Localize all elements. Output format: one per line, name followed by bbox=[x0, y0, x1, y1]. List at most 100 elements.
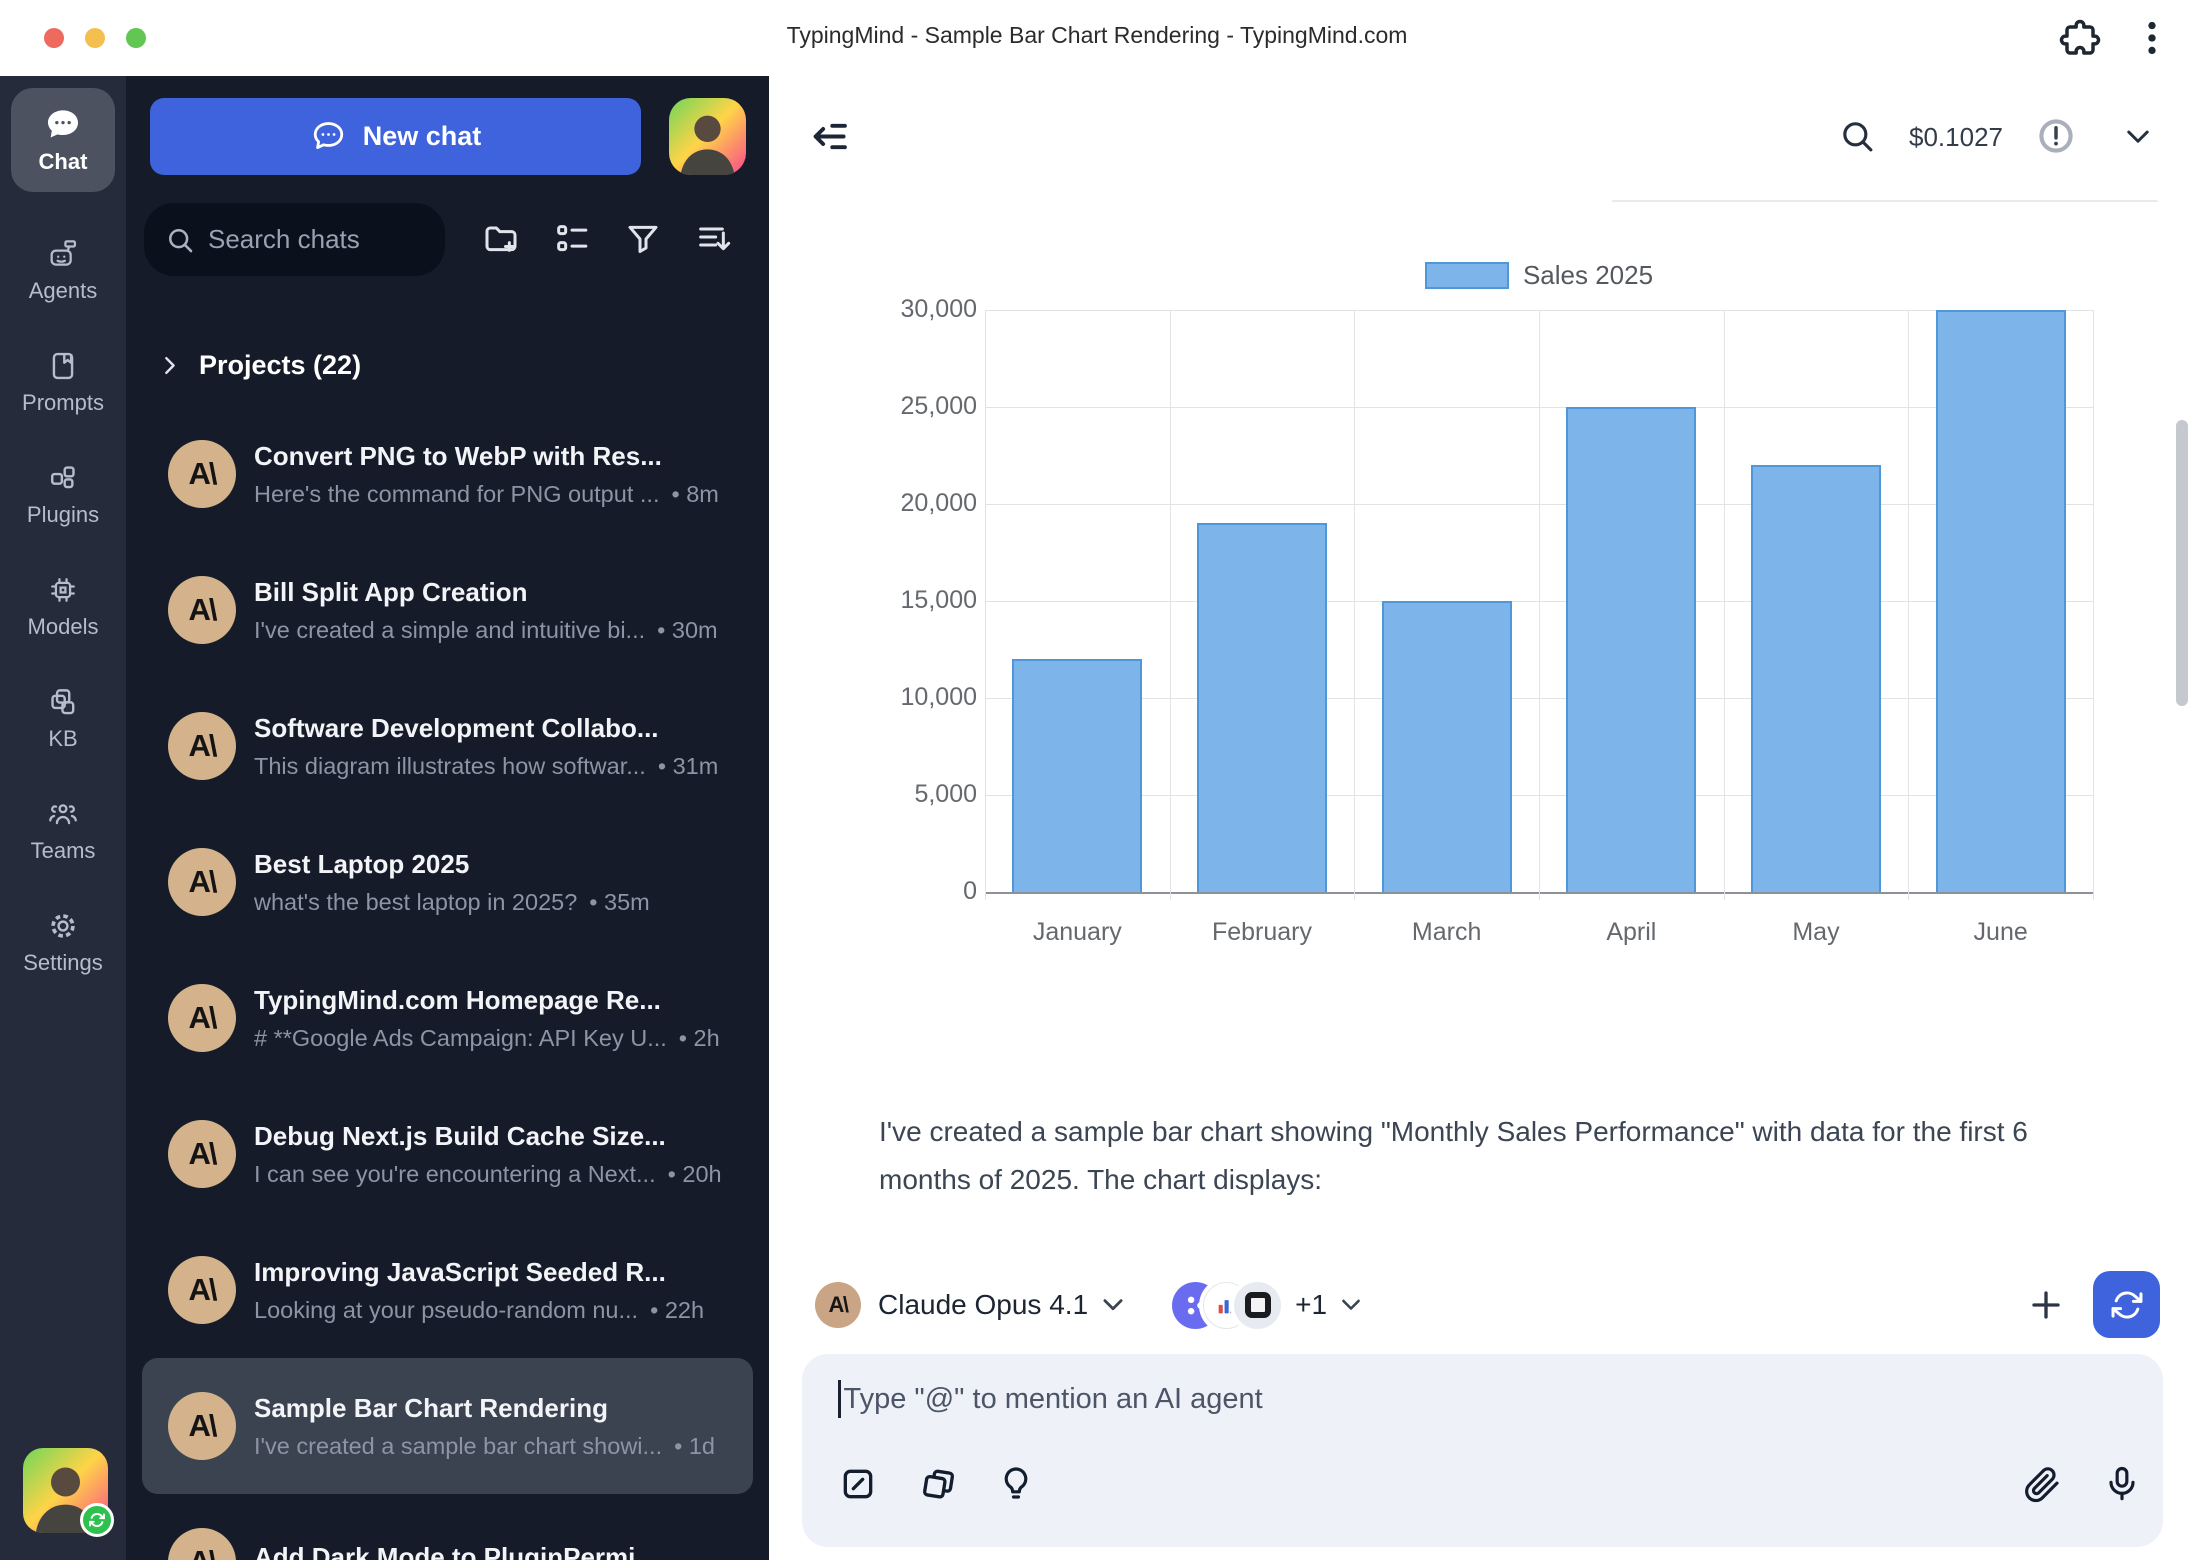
warning-icon[interactable] bbox=[2037, 117, 2075, 155]
bar-april bbox=[1566, 407, 1696, 892]
y-tick-label: 30,000 bbox=[837, 295, 977, 324]
browser-menu-icon[interactable] bbox=[2130, 16, 2174, 60]
new-chat-button[interactable]: New chat bbox=[150, 98, 641, 175]
chat-list-item[interactable]: A\Bill Split App CreationI've created a … bbox=[142, 542, 753, 678]
nav-item-models[interactable]: Models bbox=[28, 572, 99, 640]
search-icon bbox=[164, 224, 196, 256]
chat-item-subtitle: # **Google Ads Campaign: API Key U...• 2… bbox=[254, 1025, 739, 1052]
chat-list-item[interactable]: A\Software Development Collabo...This di… bbox=[142, 678, 753, 814]
anthropic-avatar: A\ bbox=[168, 1256, 236, 1324]
composer-input[interactable]: Type "@" to mention an AI agent bbox=[838, 1376, 1263, 1422]
window-title: TypingMind - Sample Bar Chart Rendering … bbox=[300, 22, 1894, 49]
chat-list-item[interactable]: A\ Improving JavaScript Seeded R...Lookin… bbox=[142, 1222, 753, 1358]
chat-item-time: • 35m bbox=[589, 889, 649, 915]
chat-search-icon[interactable] bbox=[1837, 116, 1877, 156]
people-icon bbox=[46, 797, 80, 831]
profile-avatar[interactable] bbox=[669, 98, 746, 175]
model-name[interactable]: Claude Opus 4.1 bbox=[878, 1289, 1088, 1321]
chat-item-title: Convert PNG to WebP with Res... bbox=[254, 441, 739, 472]
model-chevron-icon[interactable] bbox=[1098, 1290, 1128, 1320]
chat-item-time: • 22h bbox=[650, 1297, 704, 1323]
attachment-icon[interactable] bbox=[2022, 1464, 2062, 1504]
chat-bubble-icon bbox=[310, 118, 347, 155]
composer-placeholder: Type "@" to mention an AI agent bbox=[844, 1383, 1263, 1416]
nav-item-kb[interactable]: KB bbox=[46, 684, 80, 752]
gridline bbox=[1724, 310, 1725, 900]
chat-item-meta: Software Development Collabo...This diag… bbox=[254, 713, 753, 780]
usage-cost[interactable]: $0.1027 bbox=[1909, 122, 2003, 153]
chat-item-meta: Bill Split App CreationI've created a si… bbox=[254, 577, 753, 644]
nav-item-label: Teams bbox=[31, 838, 96, 864]
x-tick-label: January bbox=[985, 918, 1170, 947]
x-tick-label: June bbox=[1908, 918, 2093, 947]
nav-rail: Chat Agents Prompts Plugins Models KB Teams Set… bbox=[0, 76, 126, 1560]
nav-item-label: Plugins bbox=[27, 502, 99, 528]
nav-item-label: KB bbox=[48, 726, 77, 752]
bubble-filled-icon bbox=[43, 105, 83, 145]
legend-label: Sales 2025 bbox=[1523, 260, 1653, 291]
canvas-icon[interactable] bbox=[838, 1464, 878, 1504]
nav-item-chat[interactable]: Chat bbox=[11, 88, 115, 192]
filter-icon[interactable] bbox=[623, 219, 663, 259]
chat-item-subtitle: what's the best laptop in 2025?• 35m bbox=[254, 889, 739, 916]
chat-list-item[interactable]: A\Best Laptop 2025what's the best laptop… bbox=[142, 814, 753, 950]
chat-item-title: Software Development Collabo... bbox=[254, 713, 739, 744]
minimize-button[interactable] bbox=[85, 28, 105, 48]
nav-item-settings[interactable]: Settings bbox=[23, 908, 103, 976]
scrollbar-thumb[interactable] bbox=[2176, 420, 2188, 706]
plugins-more: +1 bbox=[1295, 1289, 1327, 1321]
bar-may bbox=[1751, 465, 1881, 892]
nav-item-teams[interactable]: Teams bbox=[31, 796, 96, 864]
robot-icon bbox=[46, 237, 80, 271]
microphone-icon[interactable] bbox=[2102, 1464, 2142, 1504]
chat-list-item[interactable]: A\Debug Next.js Build Cache Size...I can… bbox=[142, 1086, 753, 1222]
gridline bbox=[1908, 310, 1909, 900]
search-input[interactable] bbox=[208, 224, 428, 255]
fullscreen-button[interactable] bbox=[126, 28, 146, 48]
chat-list-item[interactable]: A\TypingMind.com Homepage Re...# **Googl… bbox=[142, 950, 753, 1086]
chat-list-item[interactable]: A\Add Dark Mode to PluginPermi... bbox=[142, 1494, 753, 1560]
gridline bbox=[1170, 310, 1171, 900]
main-area: $0.1027 Sales 2025 05,00010,00015,00020,… bbox=[769, 76, 2194, 1560]
chat-item-title: Best Laptop 2025 bbox=[254, 849, 739, 880]
plus-icon[interactable] bbox=[2026, 1285, 2066, 1325]
legend-swatch bbox=[1425, 262, 1509, 289]
chart-legend: Sales 2025 bbox=[985, 260, 2093, 291]
plugins-selector[interactable]: +1 bbox=[1172, 1282, 1365, 1329]
chat-list-item[interactable]: A\Sample Bar Chart RenderingI've created… bbox=[142, 1358, 753, 1494]
nav-item-label: Agents bbox=[29, 278, 98, 304]
x-tick-label: April bbox=[1539, 918, 1724, 947]
composer: Type "@" to mention an AI agent bbox=[802, 1354, 2163, 1547]
chat-list-item[interactable]: A\Convert PNG to WebP with Res...Here's … bbox=[142, 406, 753, 542]
chat-item-subtitle: Here's the command for PNG output ...• 8… bbox=[254, 481, 739, 508]
layers-icon bbox=[46, 685, 80, 719]
chat-item-meta: Improving JavaScript Seeded R...Looking … bbox=[254, 1257, 753, 1324]
nav-item-plugins[interactable]: Plugins bbox=[27, 460, 99, 528]
gridline bbox=[1539, 310, 1540, 900]
chat-item-subtitle: I've created a simple and intuitive bi..… bbox=[254, 617, 739, 644]
refresh-icon bbox=[2109, 1287, 2145, 1323]
nav-item-prompts[interactable]: Prompts bbox=[22, 348, 104, 416]
anthropic-avatar: A\ bbox=[168, 1528, 236, 1560]
sort-icon[interactable] bbox=[694, 219, 734, 259]
nav-item-agents[interactable]: Agents bbox=[29, 236, 98, 304]
pages-icon[interactable] bbox=[918, 1464, 958, 1504]
chevron-down-icon[interactable] bbox=[2121, 120, 2155, 154]
bulk-select-icon[interactable] bbox=[552, 219, 592, 259]
anthropic-avatar: A\ bbox=[815, 1282, 861, 1328]
bar-june bbox=[1936, 310, 2066, 892]
regenerate-button[interactable] bbox=[2093, 1271, 2160, 1338]
book-icon bbox=[46, 349, 80, 383]
projects-header[interactable]: Projects (22) bbox=[126, 344, 769, 386]
close-button[interactable] bbox=[44, 28, 64, 48]
user-avatar[interactable] bbox=[23, 1448, 108, 1533]
new-folder-icon[interactable] bbox=[481, 219, 521, 259]
nav-rail-items: Chat Agents Prompts Plugins Models KB Teams Set… bbox=[0, 76, 126, 976]
lightbulb-icon[interactable] bbox=[996, 1464, 1036, 1504]
y-tick-label: 0 bbox=[837, 877, 977, 906]
chat-item-time: • 1d bbox=[674, 1433, 715, 1459]
plugin-app-icon bbox=[1234, 1282, 1281, 1329]
chat-item-time: • 30m bbox=[657, 617, 717, 643]
collapse-sidebar-icon[interactable] bbox=[807, 114, 852, 159]
extensions-icon[interactable] bbox=[2058, 16, 2102, 60]
